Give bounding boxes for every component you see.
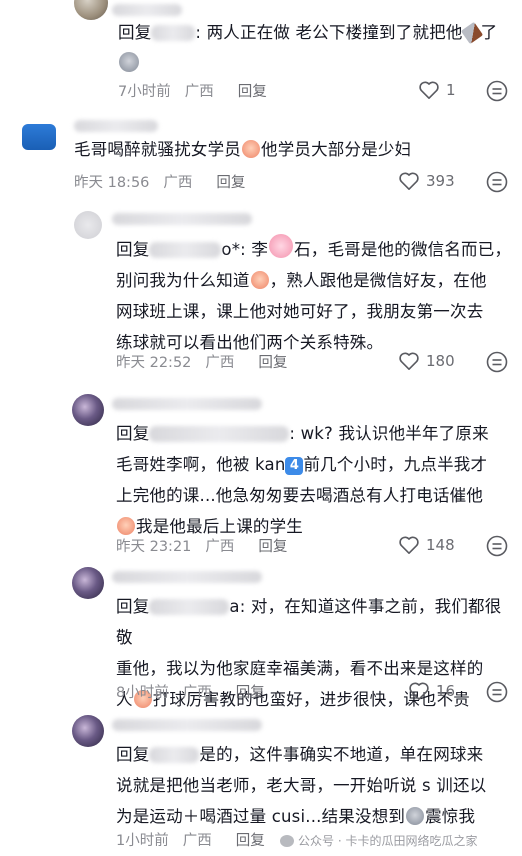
dislike-icon[interactable]: [486, 351, 508, 373]
like-count: 180: [426, 352, 455, 370]
comment-text: 回复 是的，这件事确实不地道，单在网球来 说就是把他当老师，老大哥，一开始听说 s…: [116, 745, 487, 826]
username-blurred: [112, 571, 262, 583]
dislike-icon[interactable]: [486, 681, 508, 703]
like-button[interactable]: 16: [408, 681, 455, 701]
flower-emoji-icon: [269, 234, 294, 258]
comment-text: 回复 o*: 李石，毛哥是他的微信名而已， 别问我为什么知道 ，熟人跟他是微信好友，…: [116, 234, 516, 358]
heart-icon: [419, 81, 439, 99]
like-count: 16: [436, 682, 456, 700]
comment-text: 毛哥喝醉就骚扰女学员 他学员大部分是少妇: [74, 140, 412, 159]
comment-meta: 昨天 23:21 广西 回复: [116, 539, 288, 555]
like-count: 1: [446, 81, 456, 99]
username-blurred: [112, 398, 262, 410]
number-four-emoji-icon: 4: [285, 457, 304, 475]
like-button[interactable]: 180: [398, 351, 455, 371]
comment-meta: 1小时前 广西 回复: [116, 833, 265, 849]
avatar[interactable]: [74, 211, 102, 239]
like-count: 393: [426, 172, 455, 190]
username-blurred: [112, 213, 252, 225]
like-count: 148: [426, 536, 455, 554]
comment-text: 回复: 两人正在做 老公下楼撞到了就把他了: [118, 17, 508, 79]
dislike-icon[interactable]: [486, 80, 508, 102]
avatar[interactable]: [72, 715, 104, 747]
heart-icon: [399, 536, 419, 554]
username-blurred: [112, 4, 182, 16]
like-button[interactable]: 1: [418, 80, 456, 100]
shy-emoji-icon: [242, 140, 260, 158]
avatar[interactable]: [22, 124, 56, 150]
heart-icon: [399, 352, 419, 370]
reply-button[interactable]: 回复: [258, 355, 287, 371]
username-blurred: [112, 719, 262, 731]
heart-icon: [409, 682, 429, 700]
comment-text: 回复: wk? 我认识他半年了原来 毛哥姓李啊，他被 kan 4 前几个小时，九点半…: [116, 424, 489, 536]
avatar[interactable]: [74, 0, 108, 20]
shy-emoji-icon: [250, 271, 269, 289]
sad-face-emoji-icon: [406, 807, 425, 825]
reply-button[interactable]: 回复: [238, 84, 267, 100]
like-button[interactable]: 393: [398, 171, 455, 191]
crying-emoji-icon: [117, 517, 135, 535]
sad-face-emoji-icon: [119, 52, 139, 72]
reply-button[interactable]: 回复: [216, 175, 245, 191]
comment-meta: 7小时前 广西 回复: [118, 84, 267, 100]
dislike-icon[interactable]: [486, 535, 508, 557]
like-button[interactable]: 148: [398, 535, 455, 555]
username-blurred: [74, 120, 158, 132]
avatar[interactable]: [72, 567, 104, 599]
comment-item: 毛哥喝醉就骚扰女学员 他学员大部分是少妇 昨天 18:56 广西 回复 393: [0, 110, 522, 200]
dislike-icon[interactable]: [486, 171, 508, 193]
reply-button[interactable]: 回复: [236, 685, 265, 701]
comment-meta: 昨天 18:56 广西 回复: [74, 175, 246, 191]
comment-item: 回复: wk? 我认识他半年了原来 毛哥姓李啊，他被 kan 4 前几个小时，九点半…: [0, 390, 522, 565]
reply-button[interactable]: 回复: [258, 539, 287, 555]
comment-meta: 昨天 22:52 广西 回复: [116, 355, 288, 371]
wechat-icon: [280, 834, 294, 847]
reply-button[interactable]: 回复: [236, 833, 265, 849]
comment-item: 回复: 两人正在做 老公下楼撞到了就把他了 7小时前 广西 回复 1: [0, 0, 522, 110]
heart-icon: [399, 172, 419, 190]
knife-emoji-icon: [460, 21, 483, 45]
avatar[interactable]: [72, 394, 104, 426]
comment-item: 回复 o*: 李石，毛哥是他的微信名而已， 别问我为什么知道 ，熟人跟他是微信好友，…: [0, 205, 522, 385]
watermark: 公众号 · 卡卡的瓜田网络吃瓜之家: [280, 832, 477, 849]
comment-meta: 8小时前 广西 回复: [116, 685, 265, 701]
comment-item: 回复 a: 对，在知道这件事之前，我们都很敬 重他，我以为他家庭幸福美满，看不出来…: [0, 565, 522, 710]
